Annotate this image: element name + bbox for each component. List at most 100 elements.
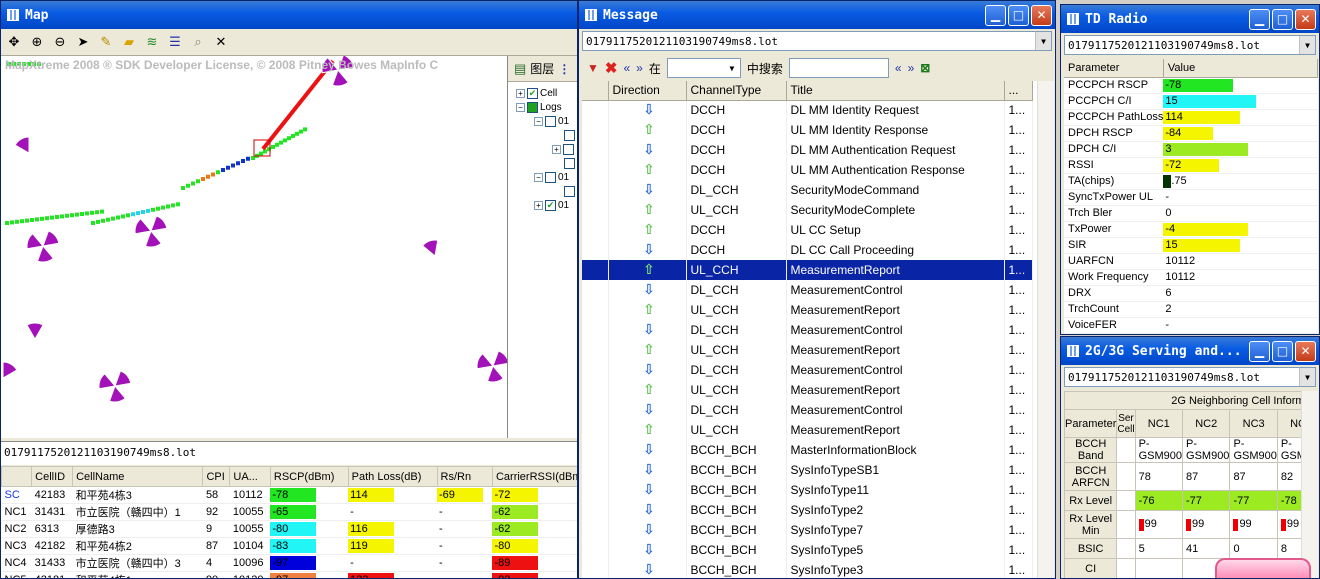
tree-item-sub-4[interactable] [508,184,577,198]
ruler-icon[interactable]: ✎ [97,33,115,51]
radio-row[interactable]: UARFCN 10112 [1064,253,1318,270]
radio-row[interactable]: Work Frequency 10112 [1064,269,1318,286]
tree-item-log-3[interactable]: + ✔ 01 [508,198,577,212]
radio-col-header[interactable]: Parameter [1064,59,1164,78]
cell-sector-wedge[interactable] [134,218,152,235]
neighbor-row[interactable]: Rx Level Min 99 99 99 99 [1064,510,1318,539]
minimize-button[interactable]: ▁ [1249,8,1270,30]
msg-col-header[interactable]: ChannelType [686,81,787,101]
close-button[interactable]: ✕ [1295,8,1316,30]
open-folder-icon[interactable]: ▰ [120,33,138,51]
message-row[interactable]: ⇩ DCCH DL MM Authentication Request 1... [582,140,1033,160]
message-row[interactable]: ⇩ BCCH_BCH SysInfoType2 1... [582,500,1033,520]
msg-col-header[interactable]: Title [786,81,1005,101]
cell-sector-wedge[interactable] [42,230,60,247]
cell-col-header[interactable] [1,466,33,487]
legend-tab-icon[interactable]: ⋮ [558,62,570,76]
layer-tab[interactable]: ▤ 图层 ⋮ [508,56,577,82]
radio-row[interactable]: PCCPCH RSCP -78 [1064,77,1318,94]
cell-row[interactable]: NC4 31433 市立医院（赣四中）3 4 10096 -97 - - -89 [1,554,577,572]
pan-icon[interactable]: ✥ [5,33,23,51]
cell-sector-wedge[interactable] [114,370,132,387]
cell-col-header[interactable]: CPI [202,466,231,487]
cell-sector-wedge[interactable] [150,215,168,232]
message-row[interactable]: ⇧ UL_CCH MeasurementReport 1... [582,380,1033,400]
chevron-down-icon[interactable]: ▼ [1299,36,1315,54]
cell-sector-wedge[interactable] [26,233,44,250]
cell-sector-wedge[interactable] [476,353,494,370]
radio-row[interactable]: SIR 15 [1064,237,1318,254]
export-excel-icon[interactable]: ⊠ [920,61,930,75]
cell-sector-wedge[interactable] [14,136,30,154]
radio-row[interactable]: Trch Bler 0 [1064,205,1318,222]
radio-row[interactable]: TrchCount 2 [1064,301,1318,318]
legend-icon[interactable]: ☰ [166,33,184,51]
neighbor-row[interactable]: BSIC 5 41 0 8 [1064,538,1318,559]
layers-icon[interactable]: ≋ [143,33,161,51]
map-svg[interactable] [1,56,507,438]
message-row[interactable]: ⇧ UL_CCH MeasurementReport 1... [582,260,1033,280]
tree-item-sub-3[interactable] [508,156,577,170]
cell-col-header[interactable]: UA... [229,466,271,487]
cell-row[interactable]: SC 42183 和平苑4栋3 58 10112 -78 114 -69 -72 [1,486,577,504]
zoom-out-icon[interactable]: ⊖ [51,33,69,51]
message-row[interactable]: ⇩ DL_CCH MeasurementControl 1... [582,400,1033,420]
message-row[interactable]: ⇧ DCCH UL CC Setup 1... [582,220,1033,240]
map-canvas[interactable]: MapXtreme 2008 ® SDK Developer License, … [1,56,507,438]
close-button[interactable]: ✕ [1031,4,1052,26]
tree-item-cell[interactable]: + ✔ Cell [508,86,577,100]
cell-sector-wedge[interactable] [144,230,162,248]
msg-col-header[interactable]: Direction [608,81,687,101]
cell-sector-wedge[interactable] [422,239,439,257]
message-row[interactable]: ⇩ DL_CCH MeasurementControl 1... [582,280,1033,300]
msg-col-header[interactable]: ... [1004,81,1033,101]
message-row[interactable]: ⇧ UL_CCH MeasurementReport 1... [582,420,1033,440]
message-row[interactable]: ⇩ DCCH DL MM Identity Request 1... [582,100,1033,120]
radio-row[interactable]: DRX 6 [1064,285,1318,302]
find-icon[interactable]: ⌕ [189,33,207,51]
close-button[interactable]: ✕ [1295,340,1316,362]
zoom-in-icon[interactable]: ⊕ [28,33,46,51]
radio-row[interactable]: PCCPCH PathLoss 114 [1064,109,1318,126]
message-row[interactable]: ⇧ DCCH UL MM Identity Response 1... [582,120,1033,140]
serving-titlebar[interactable]: 2G/3G Serving and... ▁ □ ✕ [1061,337,1319,365]
cell-sector-wedge[interactable] [492,350,507,367]
cell-sector-wedge[interactable] [26,322,44,340]
cell-sector-wedge[interactable] [98,373,116,390]
message-row[interactable]: ⇩ DL_CCH MeasurementControl 1... [582,360,1033,380]
cell-col-header[interactable]: CellName [72,466,204,487]
tree-item-log-2[interactable]: −01 [508,170,577,184]
clear-icon[interactable]: ✕ [212,33,230,51]
radio-row[interactable]: TA(chips) .75 [1064,173,1318,190]
cell-row[interactable]: NC1 31431 市立医院（赣四中）1 92 10055 -65 - - -62 [1,503,577,521]
message-row[interactable]: ⇩ BCCH_BCH SysInfoTypeSB1 1... [582,460,1033,480]
search-next-icon[interactable]: » [908,61,915,75]
chevron-down-icon[interactable]: ▼ [1299,368,1315,386]
radio-row[interactable]: DPCH C/I 3 [1064,141,1318,158]
radio-row[interactable]: SyncTxPower UL - [1064,189,1318,206]
neighbor-row[interactable]: BCCH BandP-GSM900P-GSM900P-GSM900P-GSM90… [1064,437,1318,463]
serving-file-select[interactable]: 0179117520121103190749ms8.lot ▼ [1064,367,1316,387]
tree-item-sub-2[interactable]: + [508,142,577,156]
message-row[interactable]: ⇩ BCCH_BCH SysInfoType7 1... [582,520,1033,540]
tree-item-logs[interactable]: − Logs [508,100,577,114]
neighbor-col-header[interactable]: NC2 [1182,409,1231,438]
search-prev-icon[interactable]: « [895,61,902,75]
message-row[interactable]: ⇧ UL_CCH SecurityModeComplete 1... [582,200,1033,220]
cell-col-header[interactable]: Rs/Rn [436,466,493,487]
cell-sector-wedge[interactable] [36,245,54,263]
maximize-button[interactable]: □ [1272,340,1293,362]
message-titlebar[interactable]: Message ▁ □ ✕ [579,1,1055,29]
filter-icon[interactable]: ▼ [587,61,599,75]
cell-sector-wedge[interactable] [2,361,18,379]
message-file-select[interactable]: 0179117520121103190749ms8.lot ▼ [582,31,1052,51]
message-row[interactable]: ⇩ DL_CCH MeasurementControl 1... [582,320,1033,340]
message-row[interactable]: ⇩ DCCH DL CC Call Proceeding 1... [582,240,1033,260]
neighbor-row[interactable]: Rx Level -76 -77 -77 -78 [1064,490,1318,511]
map-titlebar[interactable]: Map [1,1,577,29]
cell-row[interactable]: NC542181和平苑4栋19010120-97 133 - -82 [1,571,577,578]
tree-item-log-1[interactable]: −01 [508,114,577,128]
neighbor-col-header[interactable]: Ser Cell [1116,409,1136,438]
radio-row[interactable]: VoiceFER - [1064,317,1318,334]
cell-col-header[interactable]: CarrierRSSI(dBm [491,466,577,487]
